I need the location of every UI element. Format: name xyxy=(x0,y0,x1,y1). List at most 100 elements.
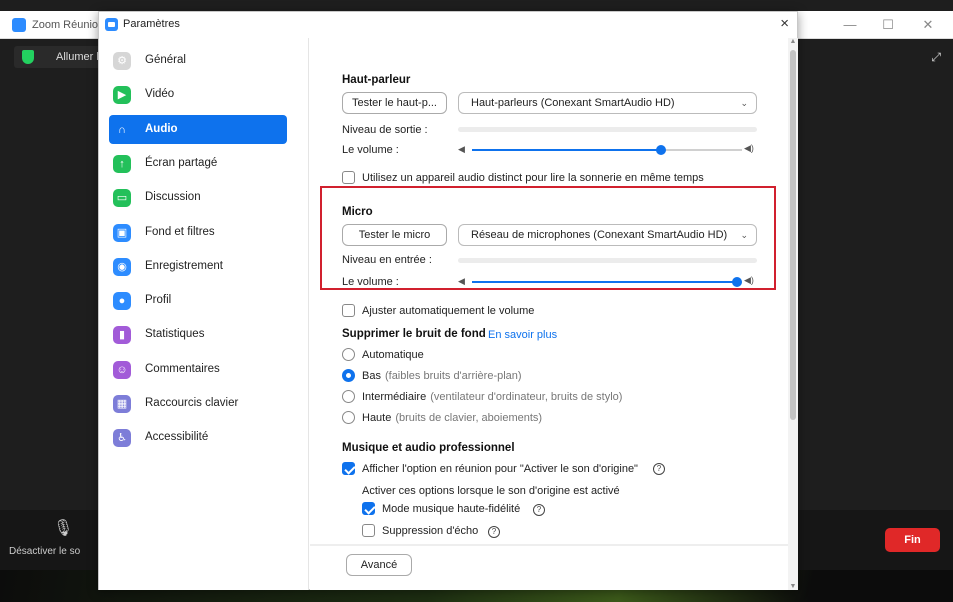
music-section-title: Musique et audio professionnel xyxy=(342,442,515,454)
maximize-icon[interactable]: ☐ xyxy=(878,17,898,33)
banner-text: Allumer l xyxy=(56,51,99,63)
sidebar-item-statistiques[interactable]: ▮ Statistiques xyxy=(109,320,287,349)
sidebar-item-enregistrement[interactable]: ◉ Enregistrement xyxy=(109,252,287,281)
video-icon: ▶ xyxy=(113,86,131,105)
sidebar-item-label: Audio xyxy=(145,122,178,135)
end-meeting-button[interactable]: Fin xyxy=(885,528,940,552)
test-speaker-button[interactable]: Tester le haut-p... xyxy=(342,92,447,114)
noise-option-name: Bas xyxy=(362,370,381,382)
sidebar-item-label: Fond et filtres xyxy=(145,225,215,238)
echo-cancellation-label: Suppression d'écho xyxy=(382,525,479,537)
headphones-icon: ∩ xyxy=(118,123,126,136)
scroll-up-icon[interactable]: ▲ xyxy=(789,38,797,45)
hifi-music-checkbox[interactable] xyxy=(362,502,375,515)
micro-highlight-frame xyxy=(320,186,776,290)
fullscreen-icon[interactable]: ⤢ xyxy=(931,50,941,65)
sidebar-item-label: Enregistrement xyxy=(145,259,223,272)
noise-section-title: Supprimer le bruit de fond xyxy=(342,328,486,340)
noise-option-radio[interactable] xyxy=(342,411,355,424)
settings-scrollbar[interactable]: ▲ ▼ xyxy=(788,38,798,590)
scroll-down-icon[interactable]: ▼ xyxy=(789,583,797,590)
noise-option-radio[interactable] xyxy=(342,369,355,382)
advanced-button[interactable]: Avancé xyxy=(346,554,412,576)
divider xyxy=(310,544,788,546)
mute-label[interactable]: Désactiver le so xyxy=(9,546,80,557)
close-window-icon[interactable]: ✕ xyxy=(918,17,938,33)
noise-option-radio[interactable] xyxy=(342,390,355,403)
help-icon[interactable]: ? xyxy=(533,504,545,516)
noise-option-radio[interactable] xyxy=(342,348,355,361)
sidebar-item-label: Discussion xyxy=(145,191,201,204)
feedback-icon: ☺ xyxy=(113,360,131,379)
hifi-music-label: Mode musique haute-fidélité xyxy=(382,503,521,515)
speaker-select[interactable]: Haut-parleurs (Conexant SmartAudio HD) ⌄ xyxy=(458,92,757,114)
slider-fill xyxy=(472,149,661,151)
slider-knob[interactable] xyxy=(656,145,666,155)
sidebar-item-label: Vidéo xyxy=(145,88,175,101)
keyboard-icon: ▦ xyxy=(113,395,131,413)
help-icon[interactable]: ? xyxy=(488,526,500,538)
separate-audio-device-checkbox[interactable] xyxy=(342,171,355,184)
noise-option-name: Automatique xyxy=(362,349,424,361)
sidebar-item-discussion[interactable]: ▭ Discussion xyxy=(109,183,287,212)
noise-option-label: Haute (bruits de clavier, aboiements) xyxy=(362,412,542,424)
sidebar-item-label: Statistiques xyxy=(145,328,205,341)
statistics-icon: ▮ xyxy=(113,326,131,345)
volume-low-icon: ◀ xyxy=(458,144,465,154)
sidebar-item-label: Profil xyxy=(145,294,172,307)
noise-option-description: (bruits de clavier, aboiements) xyxy=(395,412,543,424)
zoom-logo-icon xyxy=(12,18,26,32)
volume-high-icon: ◀) xyxy=(744,143,754,153)
speaker-device-value: Haut-parleurs (Conexant SmartAudio HD) xyxy=(471,97,675,109)
profile-icon: ● xyxy=(113,292,131,311)
background-icon: ▣ xyxy=(113,223,131,242)
noise-option-description: (ventilateur d'ordinateur, bruits de sty… xyxy=(430,391,623,403)
sidebar-item-écran-partagé[interactable]: ↑ Écran partagé xyxy=(109,149,287,178)
sidebar-item-label: Commentaires xyxy=(145,362,220,375)
sidebar-item-général[interactable]: ⚙ Général xyxy=(109,46,287,75)
sidebar-item-commentaires[interactable]: ☺ Commentaires xyxy=(109,355,287,384)
shield-icon xyxy=(22,50,34,64)
dialog-title: Paramètres xyxy=(123,18,180,30)
sidebar-item-label: Accessibilité xyxy=(145,431,209,444)
chat-icon: ▭ xyxy=(113,189,131,208)
close-icon[interactable]: × xyxy=(780,15,789,32)
noise-option-name: Haute xyxy=(362,412,392,424)
slider-rest xyxy=(661,149,742,151)
sidebar-item-fond-et-filtres[interactable]: ▣ Fond et filtres xyxy=(109,218,287,247)
audio-settings-panel: Haut-parleur Tester le haut-p... Haut-pa… xyxy=(310,38,788,590)
meeting-window-title: Zoom Réunio xyxy=(32,19,99,31)
settings-sidebar: ⚙ Général ▶ Vidéo ∩ Audio ↑ Écran partagé ▭ Discu… xyxy=(99,38,309,590)
sidebar-item-audio[interactable]: ∩ Audio xyxy=(109,114,287,144)
sidebar-item-label: Écran partagé xyxy=(145,156,218,169)
security-banner[interactable]: Allumer l xyxy=(14,46,104,68)
auto-adjust-volume-checkbox[interactable] xyxy=(342,304,355,317)
sidebar-item-profil[interactable]: ● Profil xyxy=(109,286,287,315)
sidebar-item-accessibilité[interactable]: ♿ Accessibilité xyxy=(109,423,287,452)
separate-audio-device-label: Utilisez un appareil audio distinct pour… xyxy=(362,172,704,184)
settings-dialog: Paramètres × ⚙ Général ▶ Vidéo ∩ Audio ↑ Écran … xyxy=(98,11,798,590)
learn-more-link[interactable]: En savoir plus xyxy=(488,329,557,341)
sidebar-item-label: Général xyxy=(145,54,186,66)
accessibility-icon: ♿ xyxy=(113,429,131,448)
dialog-titlebar: Paramètres × xyxy=(99,12,797,38)
echo-cancellation-checkbox[interactable] xyxy=(362,524,375,537)
speaker-section-title: Haut-parleur xyxy=(342,74,411,86)
microphone-icon[interactable]: 🎙 xyxy=(53,518,73,542)
sidebar-item-vidéo[interactable]: ▶ Vidéo xyxy=(109,80,287,109)
auto-adjust-volume-label: Ajuster automatiquement le volume xyxy=(362,305,535,317)
sidebar-item-raccourcis-clavier[interactable]: ▦ Raccourcis clavier xyxy=(109,389,287,418)
sidebar-item-label: Raccourcis clavier xyxy=(145,397,239,409)
scroll-thumb[interactable] xyxy=(790,50,796,420)
record-icon: ◉ xyxy=(113,257,131,276)
show-original-sound-checkbox[interactable] xyxy=(342,462,355,475)
help-icon[interactable]: ? xyxy=(653,463,665,475)
noise-option-description: (faibles bruits d'arrière-plan) xyxy=(384,370,522,382)
output-level-meter xyxy=(458,127,757,132)
zoom-logo-icon xyxy=(105,18,118,31)
speaker-volume-label: Le volume : xyxy=(342,144,399,156)
minimize-icon[interactable]: — xyxy=(840,17,860,33)
noise-option-label: Automatique xyxy=(362,349,424,361)
speaker-volume-slider[interactable] xyxy=(472,144,742,156)
noise-option-name: Intermédiaire xyxy=(362,391,427,403)
